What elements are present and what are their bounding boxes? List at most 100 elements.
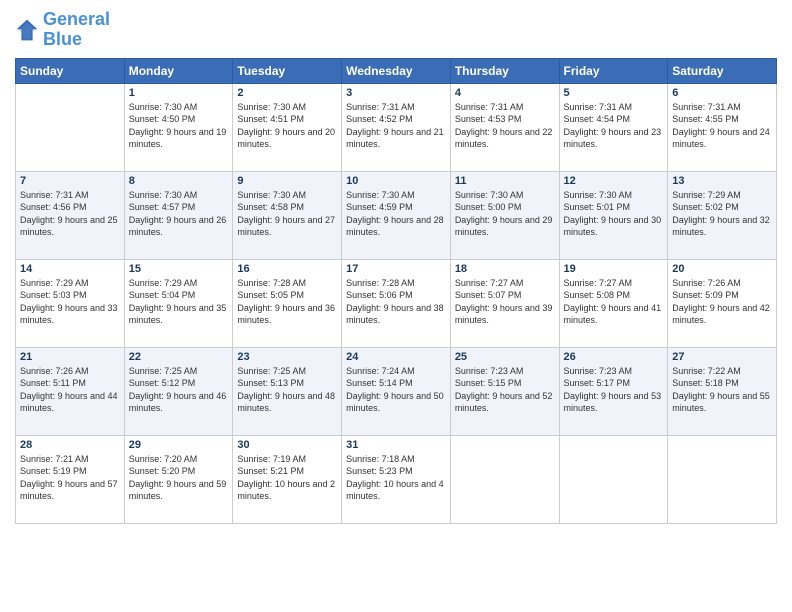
weekday-header-thursday: Thursday — [450, 58, 559, 83]
day-info: Sunrise: 7:26 AMSunset: 5:09 PMDaylight:… — [672, 277, 772, 327]
day-number: 3 — [346, 87, 446, 99]
day-number: 31 — [346, 439, 446, 451]
calendar-cell: 15 Sunrise: 7:29 AMSunset: 5:04 PMDaylig… — [124, 259, 233, 347]
day-info: Sunrise: 7:24 AMSunset: 5:14 PMDaylight:… — [346, 365, 446, 415]
day-info: Sunrise: 7:29 AMSunset: 5:02 PMDaylight:… — [672, 189, 772, 239]
day-info: Sunrise: 7:25 AMSunset: 5:12 PMDaylight:… — [129, 365, 229, 415]
day-number: 14 — [20, 263, 120, 275]
day-number: 26 — [564, 351, 664, 363]
calendar-cell: 4 Sunrise: 7:31 AMSunset: 4:53 PMDayligh… — [450, 83, 559, 171]
calendar-cell: 26 Sunrise: 7:23 AMSunset: 5:17 PMDaylig… — [559, 347, 668, 435]
day-number: 9 — [237, 175, 337, 187]
day-number: 10 — [346, 175, 446, 187]
calendar-cell: 20 Sunrise: 7:26 AMSunset: 5:09 PMDaylig… — [668, 259, 777, 347]
calendar-cell: 11 Sunrise: 7:30 AMSunset: 5:00 PMDaylig… — [450, 171, 559, 259]
day-info: Sunrise: 7:27 AMSunset: 5:07 PMDaylight:… — [455, 277, 555, 327]
calendar-cell — [450, 435, 559, 523]
day-info: Sunrise: 7:30 AMSunset: 4:59 PMDaylight:… — [346, 189, 446, 239]
day-info: Sunrise: 7:28 AMSunset: 5:05 PMDaylight:… — [237, 277, 337, 327]
weekday-header-tuesday: Tuesday — [233, 58, 342, 83]
calendar-cell: 8 Sunrise: 7:30 AMSunset: 4:57 PMDayligh… — [124, 171, 233, 259]
day-number: 7 — [20, 175, 120, 187]
calendar-cell: 7 Sunrise: 7:31 AMSunset: 4:56 PMDayligh… — [16, 171, 125, 259]
day-number: 11 — [455, 175, 555, 187]
logo-icon — [15, 18, 39, 42]
calendar-cell: 16 Sunrise: 7:28 AMSunset: 5:05 PMDaylig… — [233, 259, 342, 347]
calendar-cell: 9 Sunrise: 7:30 AMSunset: 4:58 PMDayligh… — [233, 171, 342, 259]
day-number: 15 — [129, 263, 229, 275]
weekday-header-wednesday: Wednesday — [342, 58, 451, 83]
day-number: 20 — [672, 263, 772, 275]
day-number: 29 — [129, 439, 229, 451]
calendar-cell: 6 Sunrise: 7:31 AMSunset: 4:55 PMDayligh… — [668, 83, 777, 171]
day-info: Sunrise: 7:30 AMSunset: 5:01 PMDaylight:… — [564, 189, 664, 239]
day-number: 22 — [129, 351, 229, 363]
day-info: Sunrise: 7:29 AMSunset: 5:03 PMDaylight:… — [20, 277, 120, 327]
day-info: Sunrise: 7:31 AMSunset: 4:52 PMDaylight:… — [346, 101, 446, 151]
day-info: Sunrise: 7:30 AMSunset: 4:58 PMDaylight:… — [237, 189, 337, 239]
calendar-cell: 22 Sunrise: 7:25 AMSunset: 5:12 PMDaylig… — [124, 347, 233, 435]
day-info: Sunrise: 7:19 AMSunset: 5:21 PMDaylight:… — [237, 453, 337, 503]
day-number: 13 — [672, 175, 772, 187]
logo: General Blue — [15, 10, 110, 50]
day-number: 5 — [564, 87, 664, 99]
calendar-cell: 3 Sunrise: 7:31 AMSunset: 4:52 PMDayligh… — [342, 83, 451, 171]
day-info: Sunrise: 7:30 AMSunset: 4:50 PMDaylight:… — [129, 101, 229, 151]
calendar-cell: 12 Sunrise: 7:30 AMSunset: 5:01 PMDaylig… — [559, 171, 668, 259]
calendar-cell: 14 Sunrise: 7:29 AMSunset: 5:03 PMDaylig… — [16, 259, 125, 347]
day-number: 18 — [455, 263, 555, 275]
day-info: Sunrise: 7:18 AMSunset: 5:23 PMDaylight:… — [346, 453, 446, 503]
calendar-cell: 21 Sunrise: 7:26 AMSunset: 5:11 PMDaylig… — [16, 347, 125, 435]
logo-text: General Blue — [43, 10, 110, 50]
calendar-cell: 29 Sunrise: 7:20 AMSunset: 5:20 PMDaylig… — [124, 435, 233, 523]
day-number: 21 — [20, 351, 120, 363]
day-info: Sunrise: 7:27 AMSunset: 5:08 PMDaylight:… — [564, 277, 664, 327]
calendar-cell: 5 Sunrise: 7:31 AMSunset: 4:54 PMDayligh… — [559, 83, 668, 171]
day-number: 17 — [346, 263, 446, 275]
day-number: 16 — [237, 263, 337, 275]
day-info: Sunrise: 7:22 AMSunset: 5:18 PMDaylight:… — [672, 365, 772, 415]
day-number: 25 — [455, 351, 555, 363]
day-info: Sunrise: 7:21 AMSunset: 5:19 PMDaylight:… — [20, 453, 120, 503]
day-info: Sunrise: 7:31 AMSunset: 4:55 PMDaylight:… — [672, 101, 772, 151]
calendar-cell: 23 Sunrise: 7:25 AMSunset: 5:13 PMDaylig… — [233, 347, 342, 435]
day-info: Sunrise: 7:26 AMSunset: 5:11 PMDaylight:… — [20, 365, 120, 415]
day-info: Sunrise: 7:30 AMSunset: 5:00 PMDaylight:… — [455, 189, 555, 239]
day-number: 28 — [20, 439, 120, 451]
day-info: Sunrise: 7:30 AMSunset: 4:57 PMDaylight:… — [129, 189, 229, 239]
calendar-cell: 1 Sunrise: 7:30 AMSunset: 4:50 PMDayligh… — [124, 83, 233, 171]
calendar-table: SundayMondayTuesdayWednesdayThursdayFrid… — [15, 58, 777, 524]
calendar-cell: 19 Sunrise: 7:27 AMSunset: 5:08 PMDaylig… — [559, 259, 668, 347]
day-info: Sunrise: 7:30 AMSunset: 4:51 PMDaylight:… — [237, 101, 337, 151]
day-number: 1 — [129, 87, 229, 99]
day-number: 4 — [455, 87, 555, 99]
day-number: 30 — [237, 439, 337, 451]
day-number: 23 — [237, 351, 337, 363]
weekday-header-monday: Monday — [124, 58, 233, 83]
calendar-cell — [559, 435, 668, 523]
calendar-cell: 13 Sunrise: 7:29 AMSunset: 5:02 PMDaylig… — [668, 171, 777, 259]
day-info: Sunrise: 7:31 AMSunset: 4:54 PMDaylight:… — [564, 101, 664, 151]
calendar-cell: 30 Sunrise: 7:19 AMSunset: 5:21 PMDaylig… — [233, 435, 342, 523]
calendar-cell: 27 Sunrise: 7:22 AMSunset: 5:18 PMDaylig… — [668, 347, 777, 435]
weekday-header-friday: Friday — [559, 58, 668, 83]
day-number: 24 — [346, 351, 446, 363]
calendar-cell: 2 Sunrise: 7:30 AMSunset: 4:51 PMDayligh… — [233, 83, 342, 171]
calendar-cell — [668, 435, 777, 523]
day-number: 8 — [129, 175, 229, 187]
day-number: 27 — [672, 351, 772, 363]
calendar-cell: 31 Sunrise: 7:18 AMSunset: 5:23 PMDaylig… — [342, 435, 451, 523]
day-info: Sunrise: 7:31 AMSunset: 4:53 PMDaylight:… — [455, 101, 555, 151]
day-info: Sunrise: 7:25 AMSunset: 5:13 PMDaylight:… — [237, 365, 337, 415]
day-number: 19 — [564, 263, 664, 275]
day-info: Sunrise: 7:28 AMSunset: 5:06 PMDaylight:… — [346, 277, 446, 327]
weekday-header-saturday: Saturday — [668, 58, 777, 83]
calendar-cell: 10 Sunrise: 7:30 AMSunset: 4:59 PMDaylig… — [342, 171, 451, 259]
day-info: Sunrise: 7:20 AMSunset: 5:20 PMDaylight:… — [129, 453, 229, 503]
day-info: Sunrise: 7:23 AMSunset: 5:17 PMDaylight:… — [564, 365, 664, 415]
day-info: Sunrise: 7:31 AMSunset: 4:56 PMDaylight:… — [20, 189, 120, 239]
day-number: 2 — [237, 87, 337, 99]
calendar-cell — [16, 83, 125, 171]
day-info: Sunrise: 7:23 AMSunset: 5:15 PMDaylight:… — [455, 365, 555, 415]
calendar-cell: 28 Sunrise: 7:21 AMSunset: 5:19 PMDaylig… — [16, 435, 125, 523]
